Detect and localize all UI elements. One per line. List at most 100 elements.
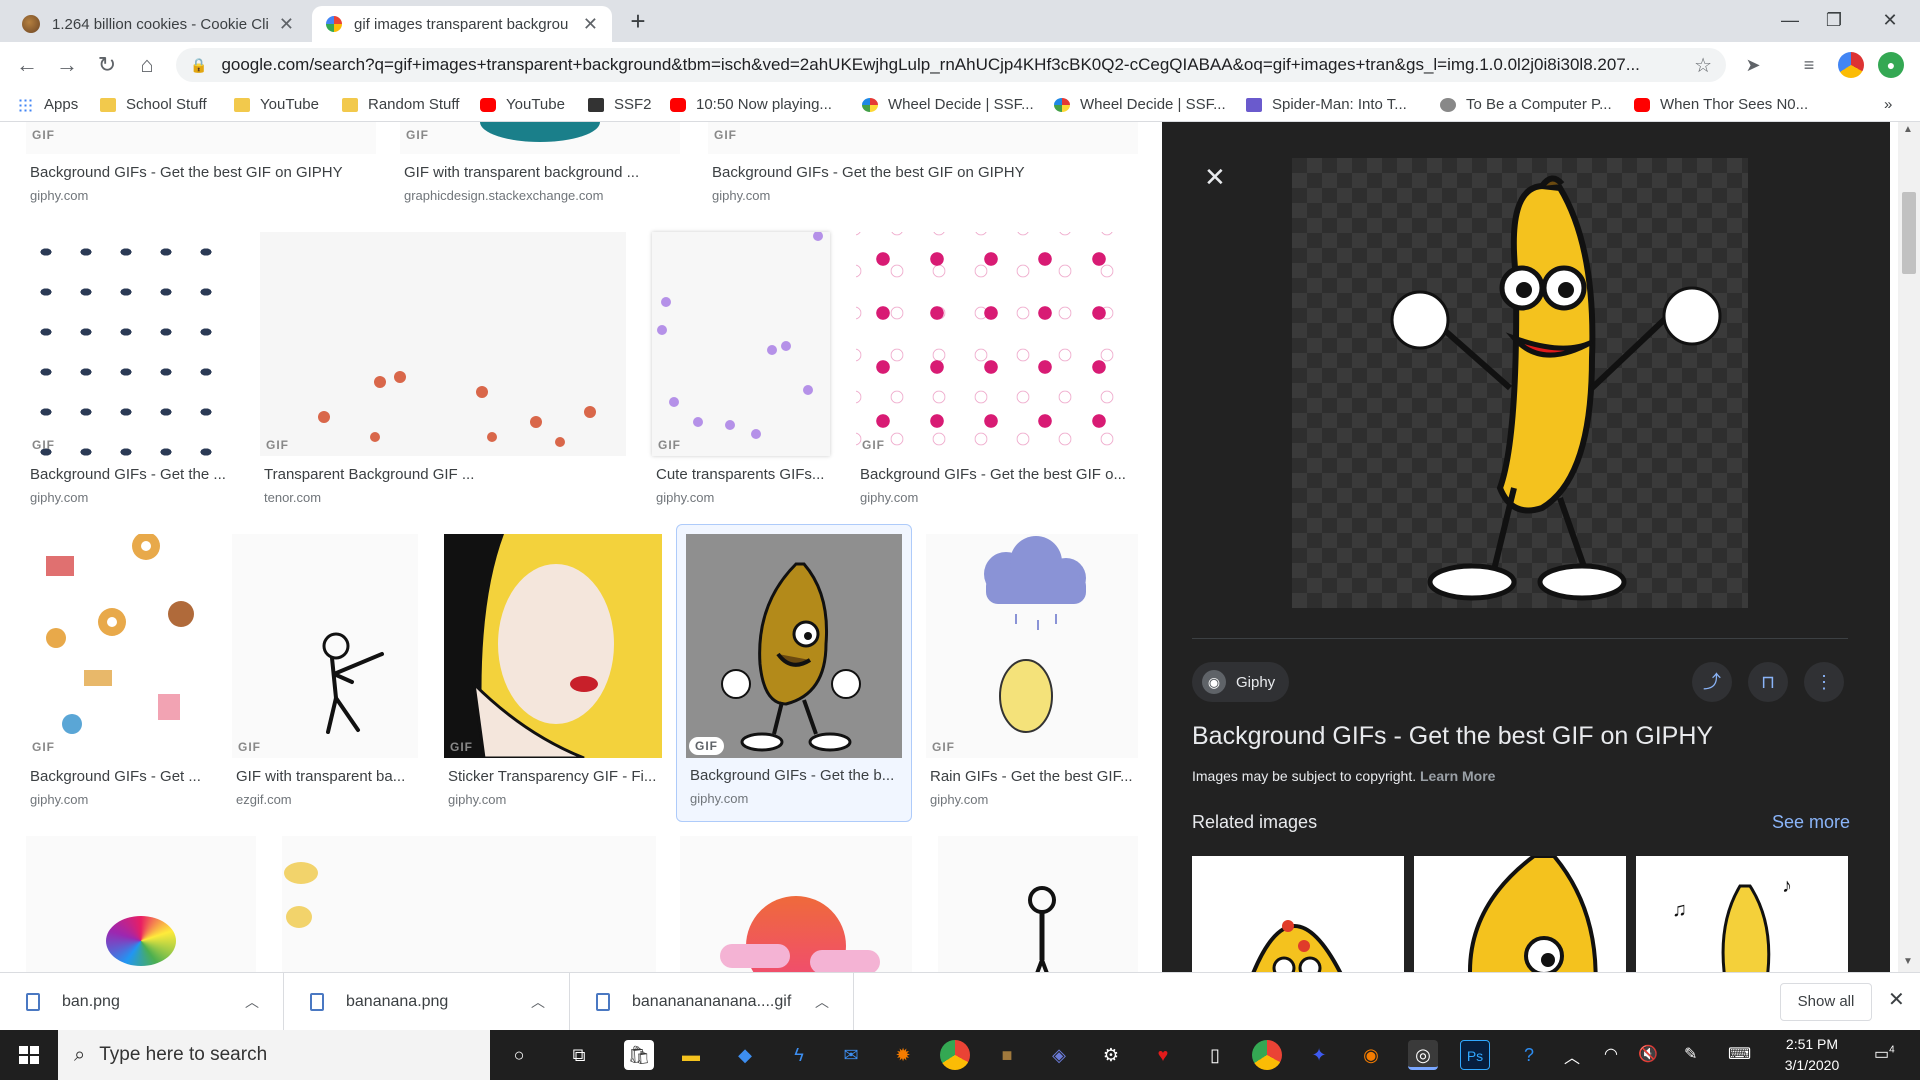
scroll-up-arrow-icon[interactable]: ▲ — [1903, 124, 1913, 135]
result-title[interactable]: Rain GIFs - Get the best GIF... — [930, 768, 1138, 785]
result-thumbnail[interactable] — [26, 836, 256, 972]
chrome-active-icon[interactable]: ◎ — [1408, 1040, 1438, 1070]
result-card[interactable]: GIF GIF with transparent background ... … — [400, 122, 680, 203]
keyboard-icon[interactable]: ⌨ — [1728, 1044, 1751, 1064]
result-thumbnail[interactable] — [680, 836, 912, 972]
bookmark-school-stuff[interactable]: School Stuff — [100, 96, 207, 113]
chevron-up-icon[interactable]: ︿ — [245, 992, 259, 1012]
close-tab-icon[interactable]: ✕ — [583, 14, 598, 35]
heart-app-icon[interactable]: ♥ — [1148, 1040, 1178, 1070]
result-thumbnail[interactable] — [708, 122, 1138, 154]
origin-icon[interactable]: ◉ — [1356, 1040, 1386, 1070]
bookmark-spiderman[interactable]: Spider-Man: Into T... — [1246, 96, 1407, 113]
result-card[interactable]: GIF Background GIFs - Get the best GIF o… — [856, 232, 1138, 522]
result-card-selected[interactable]: GIF Background GIFs - Get the b... giphy… — [676, 524, 912, 822]
reload-icon[interactable]: ↻ — [92, 50, 122, 80]
profile-avatar[interactable] — [1838, 52, 1864, 78]
result-thumbnail[interactable] — [686, 534, 902, 758]
result-thumbnail[interactable] — [232, 534, 418, 758]
file-explorer-icon[interactable]: ▬ — [676, 1040, 706, 1070]
reading-list-icon[interactable]: ≡ — [1796, 52, 1822, 78]
result-title[interactable]: Background GIFs - Get the b... — [690, 767, 900, 784]
power-automate-icon[interactable]: ϟ — [784, 1040, 814, 1070]
result-title[interactable]: GIF with transparent ba... — [236, 768, 418, 785]
preview-image[interactable] — [1292, 158, 1748, 608]
volume-muted-icon[interactable]: 🔇 — [1638, 1044, 1658, 1064]
forward-icon[interactable]: → — [52, 50, 82, 80]
close-panel-icon[interactable]: ✕ — [1204, 162, 1226, 193]
scroll-down-arrow-icon[interactable]: ▼ — [1903, 956, 1913, 967]
restore-icon[interactable]: ❐ — [1814, 6, 1854, 34]
minecraft-icon[interactable]: ■ — [992, 1040, 1022, 1070]
pen-icon[interactable]: ✎ — [1684, 1044, 1697, 1064]
tab-google-images[interactable]: gif images transparent backgrou ✕ — [312, 6, 612, 42]
result-card[interactable] — [26, 836, 256, 972]
chevron-up-icon[interactable]: ︿ — [815, 992, 829, 1012]
task-view-icon[interactable]: ⧉ — [564, 1040, 594, 1070]
system-clock[interactable]: 2:51 PM 3/1/2020 — [1772, 1034, 1852, 1076]
cortana-icon[interactable]: ○ — [504, 1040, 534, 1070]
result-card[interactable]: GIF Transparent Background GIF ... tenor… — [260, 232, 626, 522]
notification-center-icon[interactable]: ▭4 — [1874, 1044, 1895, 1064]
result-thumbnail[interactable] — [26, 122, 376, 154]
settings-gear-icon[interactable]: ⚙ — [1096, 1040, 1126, 1070]
bookmark-now-playing[interactable]: 10:50 Now playing... — [670, 96, 832, 113]
tray-chevron-up-icon[interactable]: ︿ — [1564, 1044, 1580, 1068]
scrollbar-thumb[interactable] — [1902, 192, 1916, 274]
download-item[interactable]: bananana.png ︿ — [284, 973, 570, 1031]
windows-start-icon[interactable] — [0, 1030, 58, 1080]
photoshop-icon[interactable]: Ps — [1460, 1040, 1490, 1070]
store-icon[interactable]: 🛍 — [624, 1040, 654, 1070]
result-thumbnail[interactable] — [856, 232, 1138, 456]
bookmark-star-icon[interactable]: ☆ — [1694, 53, 1712, 78]
source-chip[interactable]: ◉ Giphy — [1192, 662, 1290, 702]
lock-icon[interactable]: 🔒 — [190, 57, 207, 74]
result-thumbnail[interactable] — [26, 534, 206, 758]
wifi-icon[interactable]: ◠ — [1604, 1044, 1618, 1064]
result-card[interactable]: GIF Sticker Transparency GIF - Fi... gip… — [444, 534, 662, 824]
minimize-icon[interactable]: — — [1770, 6, 1810, 34]
result-title[interactable]: GIF with transparent background ... — [404, 164, 684, 181]
dice-app-icon[interactable]: ◈ — [1044, 1040, 1074, 1070]
see-more-link[interactable]: See more — [1772, 812, 1850, 833]
show-all-button[interactable]: Show all — [1780, 983, 1872, 1021]
chrome-profile-icon[interactable] — [1252, 1040, 1282, 1070]
related-image-2[interactable] — [1414, 856, 1626, 972]
game-app-icon[interactable]: ✦ — [1304, 1040, 1334, 1070]
share-icon[interactable]: ⤴ — [1692, 662, 1732, 702]
chevron-up-icon[interactable]: ︿ — [531, 992, 545, 1012]
home-icon[interactable]: ⌂ — [132, 50, 162, 80]
bookmarks-overflow-button[interactable]: » — [1884, 96, 1892, 113]
close-downloads-icon[interactable]: ✕ — [1888, 987, 1905, 1012]
result-title[interactable]: Background GIFs - Get ... — [30, 768, 208, 785]
result-thumbnail[interactable] — [400, 122, 680, 154]
document-icon[interactable]: ▯ — [1200, 1040, 1230, 1070]
result-card[interactable] — [680, 836, 912, 972]
bookmark-random-stuff[interactable]: Random Stuff — [342, 96, 459, 113]
result-thumbnail[interactable] — [652, 232, 830, 456]
chrome-icon[interactable] — [940, 1040, 970, 1070]
result-card[interactable]: GIF Background GIFs - Get the best GIF o… — [26, 122, 376, 203]
result-thumbnail[interactable] — [938, 836, 1138, 972]
dropbox-icon[interactable]: ◆ — [730, 1040, 760, 1070]
result-card[interactable]: GIF Background GIFs - Get the best GIF o… — [708, 122, 1138, 203]
help-icon[interactable]: ? — [1514, 1040, 1544, 1070]
page-scrollbar[interactable]: ▲ ▼ — [1898, 122, 1920, 972]
bookmark-thor[interactable]: When Thor Sees N0... — [1634, 96, 1808, 113]
result-card[interactable]: GIF Background GIFs - Get the ... giphy.… — [26, 232, 236, 522]
result-card[interactable]: GIF Rain GIFs - Get the best GIF... giph… — [926, 534, 1138, 824]
result-thumbnail[interactable] — [26, 232, 236, 456]
result-thumbnail[interactable] — [282, 836, 656, 972]
address-url[interactable]: google.com/search?q=gif+images+transpare… — [221, 55, 1661, 75]
taskbar-search[interactable]: ⌕ Type here to search — [58, 1030, 490, 1080]
mail-icon[interactable]: ✉ — [836, 1040, 866, 1070]
new-tab-button[interactable]: + — [624, 6, 652, 36]
result-card[interactable] — [282, 836, 656, 972]
app-sun-icon[interactable]: ✹ — [888, 1040, 918, 1070]
result-title[interactable]: Transparent Background GIF ... — [264, 466, 626, 483]
result-title[interactable]: Background GIFs - Get the best GIF on GI… — [30, 164, 380, 181]
result-title[interactable]: Cute transparents GIFs... — [656, 466, 832, 483]
result-card[interactable]: GIF Background GIFs - Get ... giphy.com — [26, 534, 208, 824]
bookmark-apps[interactable]: Apps — [18, 96, 78, 113]
result-title[interactable]: Sticker Transparency GIF - Fi... — [448, 768, 662, 785]
